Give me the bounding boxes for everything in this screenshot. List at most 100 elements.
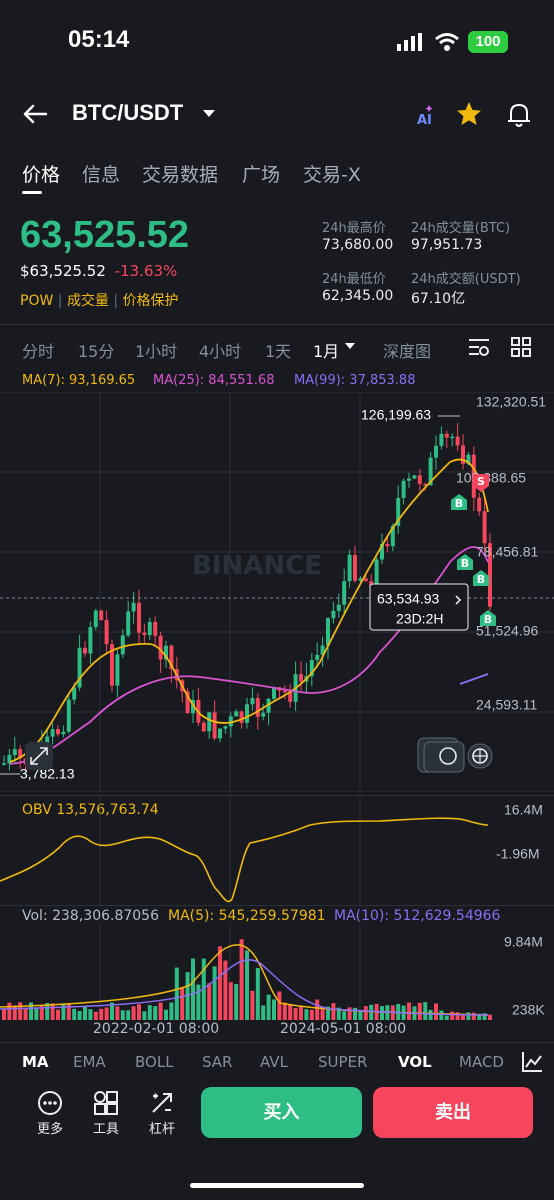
- volume-bar: [245, 950, 249, 1020]
- volume-bar: [261, 1005, 266, 1020]
- volume-bar: [428, 1009, 433, 1020]
- more-label[interactable]: 更多: [30, 1118, 70, 1137]
- tab-square[interactable]: 广场: [242, 160, 280, 187]
- indicator-sar[interactable]: SAR: [202, 1053, 232, 1071]
- y-tick-3: 78,456.81: [476, 544, 538, 560]
- price-change: -13.63%: [114, 262, 178, 280]
- indicator-settings-icon[interactable]: [521, 1051, 543, 1073]
- candle-body: [250, 698, 255, 705]
- leverage-label[interactable]: 杠杆: [142, 1118, 182, 1137]
- volume-bar: [461, 1015, 465, 1020]
- buy-marker: B: [457, 554, 473, 570]
- interval-15m[interactable]: 15分: [78, 338, 114, 362]
- candlestick-chart[interactable]: BINANCE 132,320.51 105,388.65 78,456.81 …: [0, 392, 554, 792]
- tools-icon[interactable]: [93, 1090, 119, 1116]
- svg-text:AI: AI: [417, 113, 432, 127]
- tag-pow[interactable]: POW: [20, 293, 53, 309]
- more-icon[interactable]: [37, 1090, 63, 1116]
- tab-trade-x[interactable]: 交易-X: [303, 160, 361, 187]
- candle-body: [12, 749, 17, 756]
- fiat-price: $63,525.52: [20, 262, 106, 280]
- chevron-down-icon[interactable]: [203, 110, 215, 118]
- pair-title[interactable]: BTC/USDT: [72, 100, 183, 126]
- back-arrow-icon[interactable]: [22, 103, 48, 125]
- y-tick-1: 132,320.51: [476, 393, 546, 409]
- candle-body: [450, 436, 455, 439]
- tab-price[interactable]: 价格: [22, 160, 60, 187]
- indicator-avl[interactable]: AVL: [260, 1053, 288, 1071]
- star-icon[interactable]: [456, 101, 482, 127]
- binance-watermark: BINANCE: [192, 551, 322, 581]
- tab-trade-data[interactable]: 交易数据: [142, 160, 218, 187]
- current-price-box[interactable]: 63,534.93 23D:2H: [369, 583, 469, 631]
- volume-bar: [174, 967, 179, 1020]
- volume-bar: [104, 1007, 109, 1020]
- candle-body: [363, 578, 368, 582]
- indicator-super[interactable]: SUPER: [318, 1053, 367, 1071]
- tab-info[interactable]: 信息: [82, 160, 120, 187]
- leverage-icon[interactable]: [149, 1090, 175, 1116]
- interval-1h[interactable]: 1小时: [135, 338, 177, 362]
- interval-1d[interactable]: 1天: [265, 338, 291, 362]
- wifi-icon: [435, 33, 459, 51]
- candle-body: [282, 690, 287, 693]
- tools-label[interactable]: 工具: [86, 1118, 126, 1137]
- sell-button[interactable]: 卖出: [373, 1087, 533, 1138]
- volume-bar: [299, 1005, 303, 1020]
- volume-bar: [471, 1012, 476, 1020]
- obv-y-top: 16.4M: [504, 802, 543, 818]
- interval-1M[interactable]: 1月: [313, 338, 339, 362]
- ai-icon[interactable]: AI: [414, 103, 438, 127]
- svg-text:B: B: [461, 557, 469, 570]
- volume-bar: [369, 1004, 374, 1020]
- volume-bar: [315, 999, 320, 1020]
- indicator-macd[interactable]: MACD: [459, 1053, 504, 1071]
- obv-y-mid: -1.96M: [496, 846, 540, 862]
- candle-body: [342, 581, 347, 605]
- last-price: 63,525.52: [20, 214, 190, 256]
- signal-icon: [397, 33, 422, 51]
- volume-bar: [61, 1003, 66, 1020]
- volume-bar: [212, 966, 217, 1020]
- tag-volume[interactable]: 成交量: [67, 293, 109, 309]
- candle-body: [115, 654, 120, 686]
- y-tick-2: 105,388.65: [456, 469, 526, 485]
- candle-body: [99, 610, 104, 621]
- divider: [0, 1042, 554, 1043]
- volume-bar: [207, 983, 212, 1020]
- volume-chart: 9.84M 238K: [0, 925, 545, 1020]
- candle-body: [401, 480, 406, 498]
- bell-icon[interactable]: [506, 101, 532, 129]
- indicator-boll[interactable]: BOLL: [135, 1053, 174, 1071]
- candle-body: [385, 543, 390, 547]
- expand-chart-icon[interactable]: [25, 742, 53, 770]
- vol-ma5-legend: MA(5): 545,259.57981: [168, 908, 326, 924]
- candle-body: [126, 611, 131, 636]
- candle-body: [412, 475, 417, 479]
- interval-depth[interactable]: 深度图: [383, 338, 431, 362]
- volume-bar: [77, 1010, 82, 1020]
- volume-bar: [347, 1007, 352, 1020]
- candle-body: [2, 763, 6, 765]
- volume-bar: [363, 1006, 368, 1020]
- candle-body: [374, 559, 379, 588]
- vol-legend: Vol: 238,306.87056: [22, 908, 159, 924]
- volume-bar: [309, 1009, 314, 1020]
- countdown-label: 23D:2H: [396, 611, 443, 627]
- interval-chevron-icon[interactable]: [345, 343, 355, 350]
- buy-marker: B: [473, 570, 489, 586]
- status-bar: 05:14 100: [0, 0, 554, 80]
- candle-body: [201, 722, 206, 732]
- tag-price-protect[interactable]: 价格保护: [123, 293, 179, 309]
- ma99-line: [459, 673, 489, 685]
- interval-4h[interactable]: 4小时: [199, 338, 241, 362]
- buy-marker: B: [480, 610, 496, 626]
- chart-settings-icon[interactable]: [468, 337, 490, 357]
- interval-time[interactable]: 分时: [22, 338, 54, 362]
- layout-grid-icon[interactable]: [511, 337, 531, 357]
- drawing-tools-icon[interactable]: [417, 737, 493, 773]
- buy-button[interactable]: 买入: [201, 1087, 362, 1138]
- indicator-ema[interactable]: EMA: [73, 1053, 106, 1071]
- indicator-ma[interactable]: MA: [22, 1053, 49, 1071]
- indicator-vol[interactable]: VOL: [398, 1053, 432, 1071]
